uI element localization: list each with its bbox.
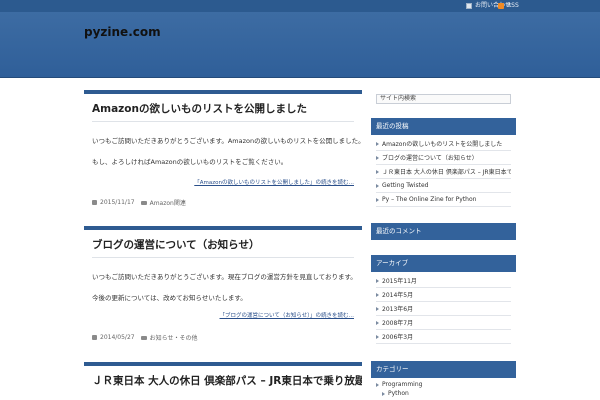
bullet-icon: [376, 197, 379, 202]
recent-posts-heading: 最近の投稿: [371, 118, 516, 135]
post-meta: 2015/11/17 Amazon関連: [92, 198, 362, 207]
bullet-icon: [382, 391, 385, 396]
post-article: ＪＲ東日本 大人の休日 倶楽部パス – JR東日本で乗り放題の旅: [84, 362, 362, 387]
read-more-link[interactable]: 「Amazonの欲しいものリストを公開しました」の続きを読む…: [84, 178, 354, 186]
post-paragraph: いつもご訪問いただきありがとうございます。Amazonの欲しいものリストを公開し…: [92, 137, 365, 145]
calendar-icon: [92, 200, 97, 205]
bullet-icon: [376, 306, 379, 311]
post-paragraph: 今後の更新については、改めてお知らせいたします。: [92, 294, 247, 302]
post-top-bar: [84, 90, 362, 94]
archive-link[interactable]: 2008年7月: [376, 316, 511, 330]
bullet-icon: [376, 169, 379, 174]
post-paragraph: いつもご訪問いただきありがとうございます。現在ブログの運営方針を見直しております…: [92, 273, 357, 281]
post-paragraph: もし、よろしければAmazonの欲しいものリストをご覧ください。: [92, 158, 288, 166]
bullet-icon: [376, 292, 379, 297]
post-category-link[interactable]: Amazon関連: [150, 198, 186, 207]
rss-link[interactable]: RSS: [498, 1, 519, 10]
archive-link[interactable]: 2015年11月: [376, 274, 511, 288]
bullet-icon: [376, 183, 379, 188]
site-header: pyzine.com: [0, 12, 600, 78]
bullet-icon: [376, 155, 379, 160]
recent-post-link[interactable]: ＪＲ東日本 大人の休日 倶楽部パス – JR東日本で乗り放題の旅: [376, 165, 511, 179]
recent-comments-heading: 最近のコメント: [371, 223, 516, 240]
subcategory-link[interactable]: Python: [382, 390, 409, 397]
read-more-link[interactable]: 「ブログの運営について（お知らせ）」の続きを読む…: [84, 311, 354, 319]
post-date: 2014/05/27: [100, 334, 135, 341]
bullet-icon: [376, 382, 379, 387]
post-article: ブログの運営について（お知らせ） いつもご訪問いただきありがとうございます。現在…: [84, 226, 362, 342]
recent-post-link[interactable]: Py – The Online Zine for Python: [376, 193, 511, 207]
calendar-icon: [92, 335, 97, 340]
mail-icon: [466, 2, 472, 9]
post-date: 2015/11/17: [100, 199, 135, 206]
post-title[interactable]: ＪＲ東日本 大人の休日 倶楽部パス – JR東日本で乗り放題の旅: [92, 373, 362, 387]
archive-link[interactable]: 2014年5月: [376, 288, 511, 302]
post-divider: [92, 121, 354, 122]
post-top-bar: [84, 362, 362, 366]
post-article: Amazonの欲しいものリストを公開しました いつもご訪問いただきありがとうござ…: [84, 90, 365, 207]
search-input[interactable]: サイト内検索: [376, 94, 511, 104]
post-top-bar: [84, 226, 362, 230]
bullet-icon: [376, 141, 379, 146]
recent-post-link[interactable]: Getting Twisted: [376, 179, 511, 193]
post-meta: 2014/05/27 お知らせ・その他: [92, 333, 362, 342]
archive-link[interactable]: 2013年6月: [376, 302, 511, 316]
bullet-icon: [376, 320, 379, 325]
site-title[interactable]: pyzine.com: [84, 25, 161, 39]
post-title[interactable]: ブログの運営について（お知らせ）: [92, 237, 362, 251]
rss-icon: [498, 2, 504, 9]
archive-link[interactable]: 2006年3月: [376, 330, 511, 344]
post-title[interactable]: Amazonの欲しいものリストを公開しました: [92, 101, 362, 115]
archives-heading: アーカイブ: [371, 255, 516, 272]
folder-icon: [140, 200, 147, 205]
recent-post-link[interactable]: Amazonの欲しいものリストを公開しました: [376, 137, 511, 151]
category-link[interactable]: Programming: [376, 381, 422, 388]
post-divider: [92, 257, 354, 258]
post-category-link[interactable]: お知らせ・その他: [150, 333, 198, 342]
top-utility-bar: お問い合わせ RSS: [0, 0, 600, 12]
categories-heading: カテゴリー: [371, 361, 516, 378]
recent-post-link[interactable]: ブログの運営について（お知らせ）: [376, 151, 511, 165]
folder-icon: [140, 335, 147, 340]
bullet-icon: [376, 278, 379, 283]
rss-label: RSS: [507, 2, 519, 9]
bullet-icon: [376, 334, 379, 339]
